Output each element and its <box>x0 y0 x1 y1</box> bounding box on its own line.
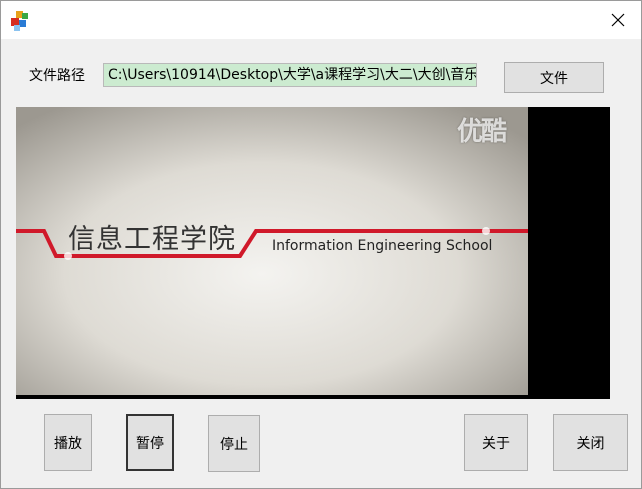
about-button[interactable]: 关于 <box>464 414 528 471</box>
file-path-label: 文件路径 <box>29 68 85 84</box>
title-bar[interactable] <box>1 1 641 39</box>
app-window: 文件路径 C:\Users\10914\Desktop\大学\a课程学习\大二\… <box>0 0 642 489</box>
close-icon <box>611 13 625 27</box>
file-path-field[interactable]: C:\Users\10914\Desktop\大学\a课程学习\大二\大创\音乐 <box>103 63 477 87</box>
video-frame: 优酷 信息工程学院 Information Engineering School <box>16 107 528 395</box>
play-button[interactable]: 播放 <box>44 414 92 471</box>
window-close-button[interactable] <box>595 1 641 39</box>
pause-button[interactable]: 暂停 <box>126 414 174 471</box>
youku-watermark: 优酷 <box>457 117 507 147</box>
stop-button[interactable]: 停止 <box>208 415 260 472</box>
school-name-en: Information Engineering School <box>272 238 493 254</box>
file-browse-button[interactable]: 文件 <box>504 62 604 93</box>
app-blocks-icon <box>10 10 32 32</box>
school-name-cn: 信息工程学院 <box>68 224 236 255</box>
video-player[interactable]: 优酷 信息工程学院 Information Engineering School <box>16 107 610 399</box>
close-button[interactable]: 关闭 <box>553 414 628 471</box>
